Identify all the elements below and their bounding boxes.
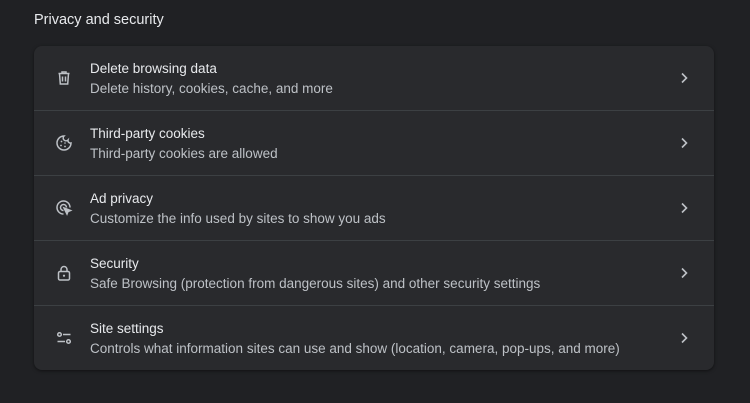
- chevron-right-icon[interactable]: [674, 68, 694, 88]
- chevron-right-icon[interactable]: [674, 328, 694, 348]
- row-subtitle: Delete history, cookies, cache, and more: [90, 81, 333, 96]
- chevron-right-icon[interactable]: [674, 198, 694, 218]
- chevron-right-icon[interactable]: [674, 263, 694, 283]
- row-site-settings[interactable]: Site settings Controls what information …: [34, 305, 714, 370]
- chevron-right-icon[interactable]: [674, 133, 694, 153]
- row-title: Site settings: [90, 321, 164, 336]
- row-delete-browsing-data[interactable]: Delete browsing data Delete history, coo…: [34, 46, 714, 110]
- row-subtitle: Controls what information sites can use …: [90, 341, 620, 356]
- site-settings-icon: [54, 328, 74, 348]
- lock-icon: [54, 263, 74, 283]
- privacy-security-card: Delete browsing data Delete history, coo…: [34, 46, 714, 370]
- row-title: Security: [90, 256, 139, 271]
- row-title: Third-party cookies: [90, 126, 205, 141]
- trash-icon: [54, 68, 74, 88]
- row-third-party-cookies[interactable]: Third-party cookies Third-party cookies …: [34, 110, 714, 175]
- row-subtitle: Customize the info used by sites to show…: [90, 211, 386, 226]
- row-title: Ad privacy: [90, 191, 154, 206]
- row-subtitle: Safe Browsing (protection from dangerous…: [90, 276, 541, 291]
- row-security[interactable]: Security Safe Browsing (protection from …: [34, 240, 714, 305]
- row-ad-privacy[interactable]: Ad privacy Customize the info used by si…: [34, 175, 714, 240]
- section-title: Privacy and security: [34, 12, 164, 28]
- row-subtitle: Third-party cookies are allowed: [90, 146, 278, 161]
- ad-privacy-icon: [54, 198, 74, 218]
- row-title: Delete browsing data: [90, 61, 217, 76]
- cookie-icon: [54, 133, 74, 153]
